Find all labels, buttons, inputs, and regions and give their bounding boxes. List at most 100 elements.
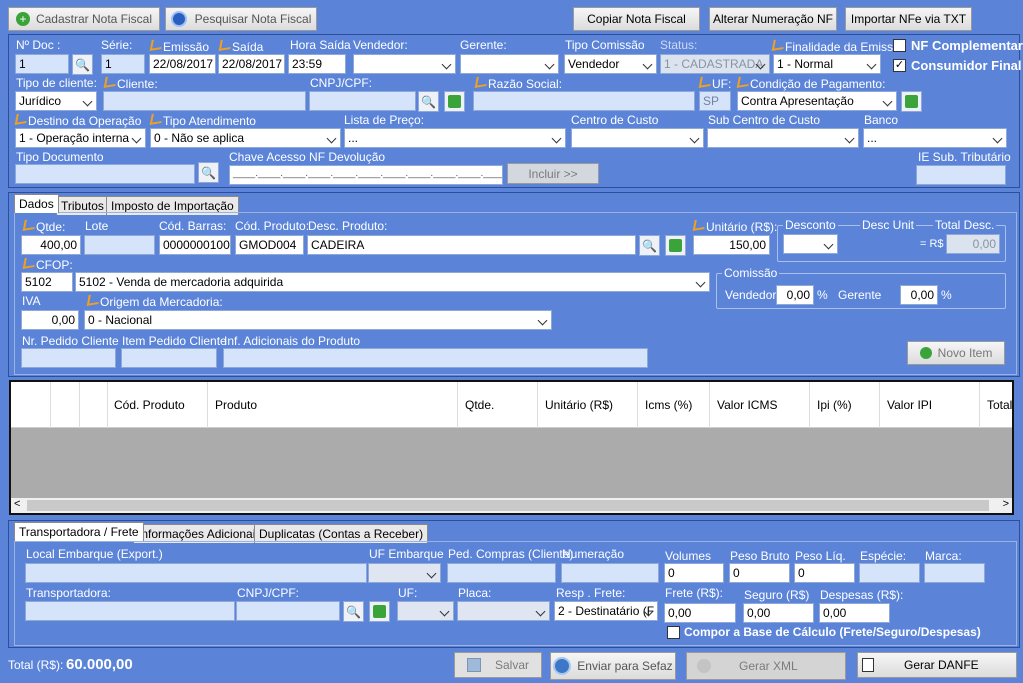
uf-embarque-select[interactable] (368, 563, 441, 583)
volumes-label: Volumes (665, 549, 712, 563)
cfop-select[interactable]: 5102 - Venda de mercadoria adquirida (75, 272, 710, 292)
frete-field[interactable]: 0,00 (664, 603, 736, 623)
hora-field[interactable]: 23:59 (288, 54, 346, 74)
serie-field[interactable]: 1 (101, 54, 145, 74)
col-produto[interactable]: Produto (215, 398, 257, 412)
numeracao-field[interactable] (561, 563, 659, 583)
finalidade-select[interactable]: 1 - Normal (773, 54, 881, 74)
item-pedido-field[interactable] (121, 348, 217, 368)
qtde-field[interactable]: 400,00 (21, 235, 81, 255)
scroll-right-icon[interactable]: > (1003, 498, 1009, 510)
atendimento-select[interactable]: 0 - Não se aplica (150, 128, 341, 148)
cfop-field[interactable]: 5102 (21, 272, 73, 292)
marca-field[interactable] (924, 563, 985, 583)
tipo-cliente-select[interactable]: Jurídico (15, 91, 97, 111)
gerar-danfe-button[interactable]: Gerar DANFE (857, 652, 1017, 678)
col-qtde[interactable]: Qtde. (465, 398, 494, 412)
centro-select[interactable] (571, 128, 704, 148)
novo-item-button[interactable]: Novo Item (907, 341, 1005, 365)
unitario-field[interactable]: 150,00 (693, 235, 770, 255)
search-doc-button[interactable]: 🔍 (72, 54, 93, 75)
despesas-field[interactable]: 0,00 (819, 603, 890, 623)
comissao-vendedor-field[interactable]: 0,00 (776, 285, 814, 305)
inf-adicionais-field[interactable] (223, 348, 648, 368)
transportadora-field[interactable] (25, 601, 235, 621)
tipo-doc-field[interactable] (15, 164, 195, 184)
cliente-field[interactable] (103, 91, 306, 111)
nr-doc-field[interactable]: 1 (15, 54, 69, 74)
chave-field[interactable]: ____.____.____.____.____.____.____.____.… (229, 165, 503, 185)
search-cliente-button[interactable]: 🔍 (418, 91, 439, 112)
peso-liq-field[interactable]: 0 (794, 563, 855, 583)
pct-vendedor-label: % (817, 288, 828, 302)
search-transportadora-button[interactable]: 🔍 (343, 601, 364, 622)
placa-select[interactable] (457, 601, 550, 621)
vendedor-select[interactable] (353, 54, 456, 74)
gerar-xml-button[interactable]: Gerar XML (686, 652, 846, 680)
volumes-field[interactable]: 0 (664, 563, 724, 583)
col-valor-ipi[interactable]: Valor IPI (887, 398, 932, 412)
pedido-cliente-field[interactable] (21, 348, 116, 368)
tipo-comissao-select[interactable]: Vendedor (564, 54, 657, 74)
search-tipo-doc-button[interactable]: 🔍 (198, 162, 219, 183)
scroll-left-icon[interactable]: < (14, 498, 20, 510)
search-produto-button[interactable]: 🔍 (639, 235, 660, 256)
col-ipi-pct[interactable]: Ipi (%) (817, 398, 852, 412)
emissao-field[interactable]: 22/08/2017 (149, 54, 216, 74)
iva-field[interactable]: 0,00 (21, 310, 79, 330)
add-condicao-button[interactable] (901, 91, 922, 112)
pesquisar-nota-button[interactable]: Pesquisar Nota Fiscal (165, 7, 317, 31)
desc-produto-field[interactable]: CADEIRA (307, 235, 636, 255)
consumidor-final-checkbox[interactable]: ✓ (893, 59, 906, 72)
importar-nfe-button[interactable]: Importar NFe via TXT (845, 7, 972, 31)
incluir-button[interactable]: Incluir >> (507, 163, 599, 184)
lote-field[interactable] (84, 235, 155, 255)
desconto-select[interactable] (783, 234, 838, 254)
add-transportadora-button[interactable] (369, 601, 390, 622)
peso-bruto-field[interactable]: 0 (729, 563, 790, 583)
col-cod-produto[interactable]: Cód. Produto (114, 398, 185, 412)
razao-field[interactable] (473, 91, 695, 111)
especie-field[interactable] (859, 563, 920, 583)
col-valor-icms[interactable]: Valor ICMS (717, 398, 777, 412)
transp-cnpj-field[interactable] (236, 601, 340, 621)
cod-produto-field[interactable]: GMOD004 (235, 235, 304, 255)
copiar-nota-button[interactable]: Copiar Nota Fiscal (573, 7, 700, 31)
cnpj-field[interactable] (309, 91, 416, 111)
col-icms-pct[interactable]: Icms (%) (645, 398, 692, 412)
barras-field[interactable]: 00000001000 (159, 235, 231, 255)
scroll-thumb[interactable] (27, 500, 989, 511)
sub-centro-select[interactable] (707, 128, 859, 148)
cadastrar-nota-button[interactable]: + Cadastrar Nota Fiscal (8, 7, 160, 31)
alterar-numeracao-button[interactable]: Alterar Numeração NF (709, 7, 837, 31)
tab-dados[interactable]: Dados (14, 194, 59, 213)
col-total[interactable]: Total (987, 398, 1012, 412)
uf-field[interactable]: SP (699, 91, 731, 111)
tab-transportadora[interactable]: Transportadora / Frete (14, 522, 144, 541)
local-embarque-label: Local Embarque (Export.) (26, 547, 163, 561)
lista-select[interactable]: ... (344, 128, 566, 148)
transp-uf-select[interactable] (397, 601, 454, 621)
salvar-button[interactable]: Salvar (454, 652, 542, 678)
grid-col-sep (79, 382, 80, 428)
origem-select[interactable]: 0 - Nacional (84, 310, 552, 330)
saida-field[interactable]: 22/08/2017 (218, 54, 285, 74)
grid-col-sep (979, 382, 980, 428)
gerente-select[interactable] (460, 54, 559, 74)
resp-frete-select[interactable]: 2 - Destinatário (F (554, 601, 658, 621)
ped-compras-field[interactable] (447, 563, 556, 583)
enviar-sefaz-button[interactable]: Enviar para Sefaz (550, 652, 676, 680)
destino-select[interactable]: 1 - Operação interna (15, 128, 146, 148)
banco-select[interactable]: ... (863, 128, 1007, 148)
compor-base-checkbox[interactable] (667, 626, 680, 639)
ie-field[interactable] (916, 165, 1006, 185)
grid-hscrollbar[interactable]: < > (11, 498, 1012, 513)
col-unitario[interactable]: Unitário (R$) (545, 398, 613, 412)
add-produto-button[interactable] (665, 235, 686, 256)
comissao-gerente-field[interactable]: 0,00 (900, 285, 938, 305)
nf-complementar-checkbox[interactable] (893, 39, 906, 52)
local-embarque-field[interactable] (25, 563, 367, 583)
seguro-field[interactable]: 0,00 (743, 603, 814, 623)
condicao-select[interactable]: Contra Apresentação (737, 91, 897, 111)
add-cliente-button[interactable] (444, 91, 465, 112)
